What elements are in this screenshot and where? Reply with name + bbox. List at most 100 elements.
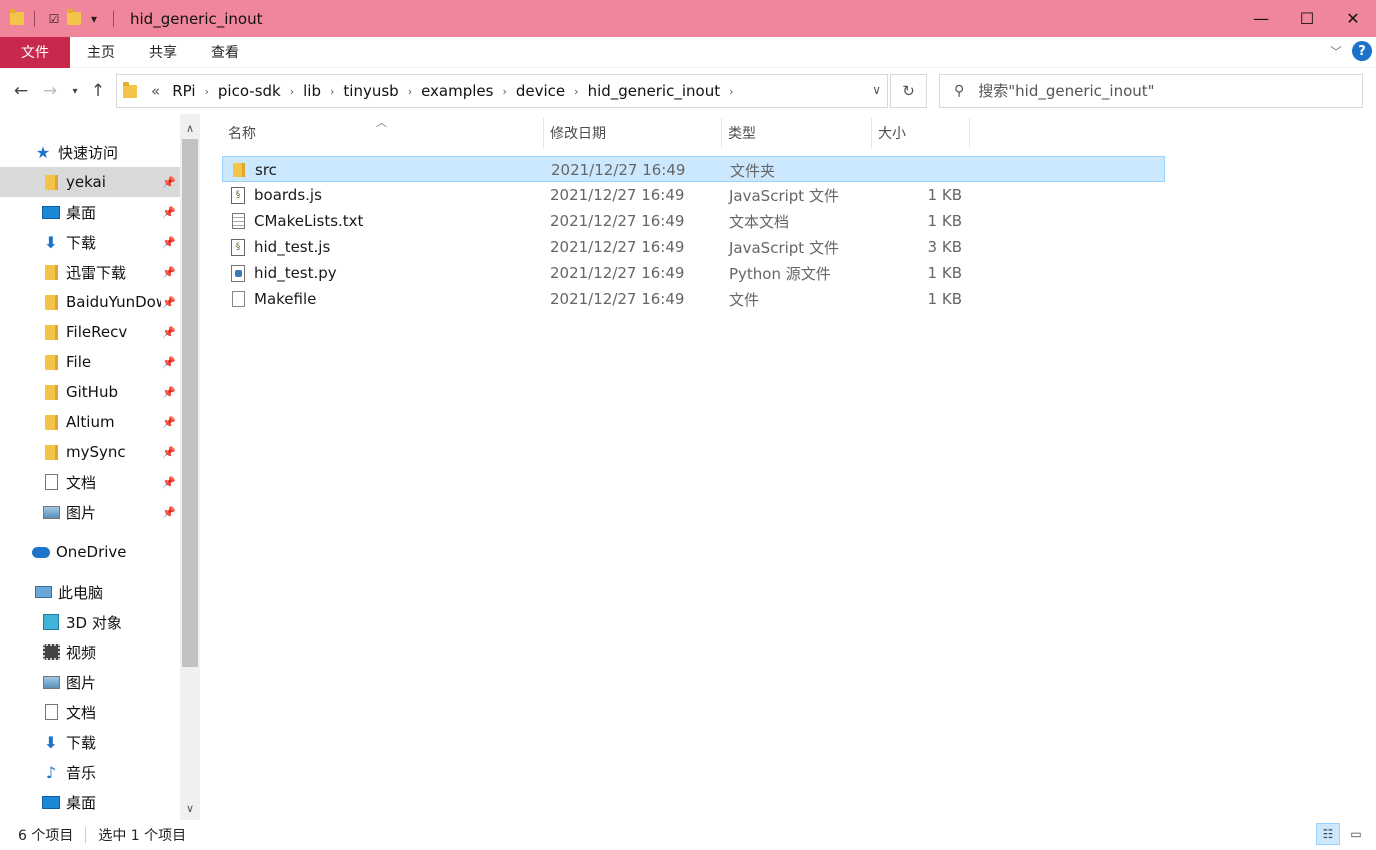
- tab-file[interactable]: 文件: [0, 36, 70, 68]
- scroll-up-icon[interactable]: ∧: [180, 118, 200, 138]
- search-input[interactable]: [978, 82, 1339, 100]
- column-header-type[interactable]: 类型: [722, 118, 872, 148]
- breadcrumb-item[interactable]: hid_generic_inout: [582, 82, 727, 100]
- sidebar-item-onedrive[interactable]: OneDrive: [0, 537, 180, 567]
- star-icon: ★: [35, 142, 51, 162]
- chevron-right-icon[interactable]: ›: [287, 85, 297, 98]
- breadcrumb-item[interactable]: device: [510, 82, 571, 100]
- column-header-size[interactable]: 大小: [872, 118, 970, 148]
- sidebar-item-pc-documents[interactable]: 文档: [0, 697, 180, 727]
- folder-icon: [44, 174, 58, 190]
- file-name: CMakeLists.txt: [254, 212, 364, 230]
- sidebar-item-pc-pictures[interactable]: 图片: [0, 667, 180, 697]
- close-button[interactable]: ✕: [1330, 0, 1376, 37]
- refresh-button[interactable]: ↻: [890, 74, 927, 108]
- sidebar-item-label: 图片: [66, 673, 97, 692]
- column-header-date[interactable]: 修改日期: [544, 118, 722, 148]
- sidebar-item-quick-access[interactable]: ★ 快速访问: [0, 137, 180, 167]
- breadcrumb-item[interactable]: examples: [415, 82, 499, 100]
- back-button[interactable]: ←: [9, 79, 33, 103]
- sidebar-item-label: FileRecv: [66, 323, 128, 341]
- sidebar-item-this-pc[interactable]: 此电脑: [0, 577, 180, 607]
- pin-icon[interactable]: 📌: [162, 386, 176, 399]
- sidebar-item-file[interactable]: File 📌: [0, 347, 180, 377]
- sidebar-item-label: 图片: [66, 503, 97, 522]
- properties-icon[interactable]: ☑: [45, 10, 63, 28]
- pin-icon[interactable]: 📌: [162, 206, 176, 219]
- tab-home[interactable]: 主页: [70, 37, 132, 68]
- minimize-button[interactable]: —: [1238, 0, 1284, 37]
- chevron-right-icon[interactable]: ›: [499, 85, 509, 98]
- breadcrumb-item[interactable]: lib: [297, 82, 327, 100]
- file-row-hid-test-py[interactable]: hid_test.py 2021/12/27 16:49 Python 源文件 …: [222, 260, 1165, 286]
- pin-icon[interactable]: 📌: [162, 326, 176, 339]
- pin-icon[interactable]: 📌: [162, 356, 176, 369]
- up-button[interactable]: ↑: [86, 79, 110, 103]
- sidebar-item-mysync[interactable]: mySync 📌: [0, 437, 180, 467]
- breadcrumb-item[interactable]: pico-sdk: [212, 82, 287, 100]
- tab-view[interactable]: 查看: [194, 37, 256, 68]
- column-header-name[interactable]: 名称: [222, 118, 544, 148]
- chevron-right-icon[interactable]: ›: [405, 85, 415, 98]
- sidebar-item-music[interactable]: ♪ 音乐: [0, 757, 180, 787]
- file-row-makefile[interactable]: Makefile 2021/12/27 16:49 文件 1 KB: [222, 286, 1165, 312]
- sidebar-item-desktop[interactable]: 桌面 📌: [0, 197, 180, 227]
- maximize-button[interactable]: ☐: [1284, 0, 1330, 37]
- details-view-icon[interactable]: ☷: [1316, 823, 1340, 845]
- pin-icon[interactable]: 📌: [162, 176, 176, 189]
- pin-icon[interactable]: 📌: [162, 296, 176, 309]
- sidebar-scrollbar[interactable]: ∧ ∨: [180, 114, 200, 820]
- sidebar-item-label: yekai: [66, 173, 106, 191]
- expand-ribbon-icon[interactable]: ﹀: [1330, 43, 1342, 60]
- pin-icon[interactable]: 📌: [162, 236, 176, 249]
- chevron-right-icon[interactable]: ›: [327, 85, 337, 98]
- pin-icon[interactable]: 📌: [162, 416, 176, 429]
- window-title: hid_generic_inout: [130, 9, 263, 28]
- breadcrumb-item[interactable]: tinyusb: [337, 82, 404, 100]
- address-dropdown-icon[interactable]: ∨: [872, 83, 881, 97]
- chevron-right-icon[interactable]: ›: [571, 85, 581, 98]
- tab-share[interactable]: 共享: [132, 37, 194, 68]
- chevron-right-icon[interactable]: ›: [726, 85, 736, 98]
- sidebar-item-altium[interactable]: Altium 📌: [0, 407, 180, 437]
- sidebar-item-github[interactable]: GitHub 📌: [0, 377, 180, 407]
- sidebar-item-pictures[interactable]: 图片 📌: [0, 497, 180, 527]
- forward-button[interactable]: →: [38, 79, 62, 103]
- sidebar-item-pc-desktop[interactable]: 桌面: [0, 787, 180, 817]
- divider: [34, 10, 35, 27]
- breadcrumb-item[interactable]: RPi: [166, 82, 201, 100]
- sidebar-item-3d-objects[interactable]: 3D 对象: [0, 607, 180, 637]
- picture-icon: [42, 675, 60, 689]
- recent-locations-icon[interactable]: ▾: [63, 79, 87, 103]
- scroll-down-icon[interactable]: ∨: [180, 798, 200, 818]
- folder-icon: [123, 81, 137, 98]
- file-row-cmakelists[interactable]: CMakeLists.txt 2021/12/27 16:49 文本文档 1 K…: [222, 208, 1165, 234]
- file-row-hid-test-js[interactable]: § hid_test.js 2021/12/27 16:49 JavaScript…: [222, 234, 1165, 260]
- large-icons-view-icon[interactable]: ▭: [1344, 823, 1368, 845]
- pin-icon[interactable]: 📌: [162, 446, 176, 459]
- search-box[interactable]: ⚲: [939, 74, 1363, 108]
- breadcrumb-overflow[interactable]: «: [145, 82, 166, 100]
- sidebar-item-pc-downloads[interactable]: ⬇ 下载: [0, 727, 180, 757]
- sidebar-item-videos[interactable]: 视频: [0, 637, 180, 667]
- help-icon[interactable]: ?: [1352, 41, 1372, 61]
- file-date: 2021/12/27 16:49: [551, 161, 686, 179]
- sidebar-item-filerecv[interactable]: FileRecv 📌: [0, 317, 180, 347]
- chevron-right-icon[interactable]: ›: [202, 85, 212, 98]
- file-row-boards-js[interactable]: § boards.js 2021/12/27 16:49 JavaScript 文…: [222, 182, 1165, 208]
- sidebar-item-baiduyun[interactable]: BaiduYunDownload 📌: [0, 287, 180, 317]
- pin-icon[interactable]: 📌: [162, 266, 176, 279]
- pin-icon[interactable]: 📌: [162, 476, 176, 489]
- sidebar-item-yekai[interactable]: yekai 📌: [0, 167, 180, 197]
- file-size: 1 KB: [927, 264, 962, 282]
- address-bar[interactable]: « RPi › pico-sdk › lib › tinyusb › examp…: [116, 74, 888, 108]
- pin-icon[interactable]: 📌: [162, 506, 176, 519]
- sidebar-item-xunlei[interactable]: 迅雷下载 📌: [0, 257, 180, 287]
- sidebar-item-documents[interactable]: 文档 📌: [0, 467, 180, 497]
- customize-toolbar-icon[interactable]: ▾: [85, 10, 103, 28]
- file-row-src[interactable]: src 2021/12/27 16:49 文件夹: [222, 156, 1165, 182]
- sidebar-item-downloads[interactable]: ⬇ 下载 📌: [0, 227, 180, 257]
- scrollbar-thumb[interactable]: [182, 139, 198, 667]
- new-folder-icon[interactable]: [67, 9, 81, 25]
- sidebar-item-label: mySync: [66, 443, 126, 461]
